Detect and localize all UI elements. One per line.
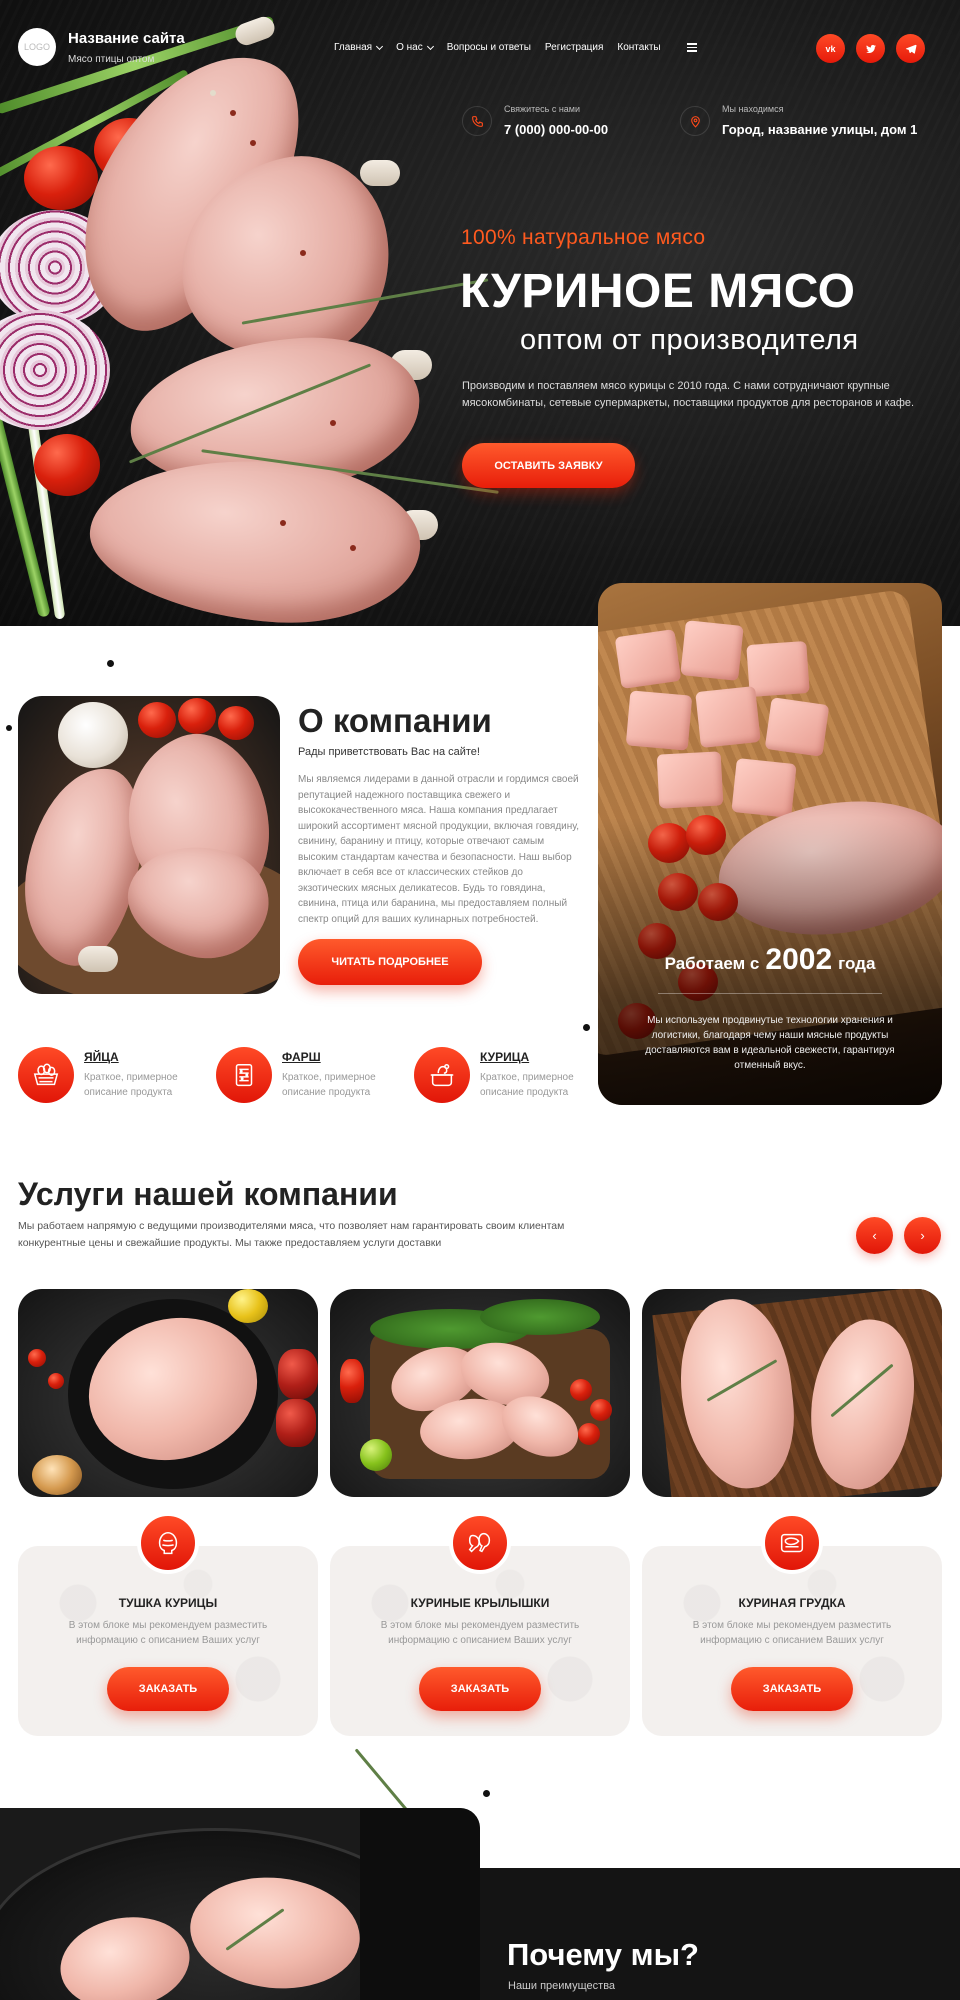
services-description: Мы работаем напрямую с ведущими производ… bbox=[18, 1220, 565, 1249]
hero-section: LOGO Название сайта Мясо птицы оптом Гла… bbox=[0, 0, 960, 626]
decor-dot bbox=[6, 725, 12, 731]
nav-item-about[interactable]: О нас bbox=[396, 42, 434, 53]
contact-phone: Свяжитесь с нами 7 (000) 000-00-00 bbox=[462, 104, 608, 137]
feature-description: Краткое, примерное описание продукта bbox=[282, 1072, 376, 1098]
hero-eyebrow: 100% натуральное мясо bbox=[461, 226, 706, 249]
contact-address-label: Мы находимся bbox=[722, 104, 784, 114]
carousel-prev-button[interactable]: ‹ bbox=[856, 1217, 893, 1254]
decor-dot bbox=[583, 1024, 590, 1031]
decor-herb bbox=[354, 1748, 409, 1812]
feature-mince: ФАРШ Краткое, примерное описание продукт… bbox=[216, 1047, 390, 1103]
divider bbox=[658, 993, 882, 994]
nav-item-contacts[interactable]: Контакты bbox=[617, 42, 660, 53]
service-card-wings: КУРИНЫЕ КРЫЛЫШКИ В этом блоке мы рекомен… bbox=[330, 1546, 630, 1736]
site-name[interactable]: Название сайта bbox=[68, 30, 185, 47]
mince-grinder-icon bbox=[216, 1047, 272, 1103]
site-tagline: Мясо птицы оптом bbox=[68, 54, 155, 65]
nav-item-label: Главная bbox=[334, 42, 373, 53]
feature-eggs: ЯЙЦА Краткое, примерное описание продукт… bbox=[18, 1047, 192, 1103]
since-description: Мы используем продвинутые технологии хра… bbox=[645, 1015, 895, 1071]
service-card-whole-chicken: ТУШКА КУРИЦЫ В этом блоке мы рекомендуем… bbox=[18, 1546, 318, 1736]
hero-description: Производим и поставляем мясо курицы с 20… bbox=[462, 380, 915, 409]
service-text: В этом блоке мы рекомендуем разместить и… bbox=[68, 1620, 268, 1646]
feature-title[interactable]: ФАРШ bbox=[282, 1050, 390, 1064]
whole-chicken-icon bbox=[137, 1512, 199, 1574]
social-links: vk bbox=[816, 34, 925, 63]
vk-icon[interactable]: vk bbox=[816, 34, 845, 63]
nav-item-faq[interactable]: Вопросы и ответы bbox=[447, 42, 531, 53]
nav-item-label: Вопросы и ответы bbox=[446, 42, 531, 53]
phone-icon bbox=[462, 106, 492, 136]
main-nav: Главная О нас Вопросы и ответы Регистрац… bbox=[334, 42, 697, 53]
why-subtitle: Наши преимущества bbox=[508, 1980, 616, 1992]
service-image-breast bbox=[642, 1289, 942, 1497]
about-subtitle: Рады приветствовать Вас на сайте! bbox=[298, 746, 480, 758]
chicken-wings-icon bbox=[449, 1512, 511, 1574]
nav-item-label: Регистрация bbox=[544, 42, 604, 53]
read-more-button[interactable]: ЧИТАТЬ ПОДРОБНЕЕ bbox=[298, 939, 482, 985]
decor-dot bbox=[107, 660, 114, 667]
about-text: Мы являемся лидерами в данной отрасли и … bbox=[298, 774, 580, 925]
nav-item-label: О нас bbox=[396, 42, 423, 53]
service-name: КУРИНЫЕ КРЫЛЫШКИ bbox=[410, 1596, 550, 1610]
chevron-down-icon bbox=[426, 42, 434, 50]
order-button[interactable]: ЗАКАЗАТЬ bbox=[731, 1667, 853, 1711]
nav-item-home[interactable]: Главная bbox=[334, 42, 384, 53]
contact-phone-number[interactable]: 7 (000) 000-00-00 bbox=[504, 122, 608, 137]
since-year-card: Работаем с 2002 года Мы используем продвин… bbox=[598, 583, 942, 1105]
since-suffix: года bbox=[838, 954, 876, 973]
why-title: Почему мы? bbox=[507, 1937, 699, 1972]
decor-dot bbox=[483, 1790, 490, 1797]
nav-item-registration[interactable]: Регистрация bbox=[545, 42, 603, 53]
chicken-breast-icon bbox=[761, 1512, 823, 1574]
nav-item-label: Контакты bbox=[617, 42, 661, 53]
site-logo[interactable]: LOGO bbox=[18, 28, 56, 66]
menu-icon[interactable] bbox=[686, 43, 697, 52]
feature-title[interactable]: КУРИЦА bbox=[480, 1050, 588, 1064]
about-image bbox=[18, 696, 280, 994]
since-year-line: Работаем с 2002 года bbox=[598, 943, 942, 977]
since-year: 2002 bbox=[765, 943, 833, 976]
hero-title: КУРИНОЕ МЯСО bbox=[460, 265, 856, 318]
telegram-icon[interactable] bbox=[896, 34, 925, 63]
feature-description: Краткое, примерное описание продукта bbox=[480, 1072, 574, 1098]
carousel-next-button[interactable]: › bbox=[904, 1217, 941, 1254]
leave-request-button[interactable]: ОСТАВИТЬ ЗАЯВКУ bbox=[462, 443, 635, 488]
service-name: ТУШКА КУРИЦЫ bbox=[118, 1596, 218, 1610]
location-icon bbox=[680, 106, 710, 136]
eggs-basket-icon bbox=[18, 1047, 74, 1103]
chevron-down-icon bbox=[376, 42, 384, 50]
feature-title[interactable]: ЯЙЦА bbox=[84, 1050, 192, 1064]
why-image bbox=[0, 1808, 480, 2000]
since-prefix: Работаем с bbox=[664, 954, 760, 973]
contact-address-value: Город, название улицы, дом 1 bbox=[722, 122, 918, 137]
service-image-wings bbox=[330, 1289, 630, 1497]
hero-subtitle: оптом от производителя bbox=[520, 324, 859, 356]
chicken-pot-icon bbox=[414, 1047, 470, 1103]
order-button[interactable]: ЗАКАЗАТЬ bbox=[419, 1667, 541, 1711]
contact-phone-label: Свяжитесь с нами bbox=[504, 104, 581, 114]
service-name: КУРИНАЯ ГРУДКА bbox=[738, 1596, 846, 1610]
about-title: О компании bbox=[298, 702, 492, 739]
service-text: В этом блоке мы рекомендуем разместить и… bbox=[380, 1620, 580, 1646]
feature-description: Краткое, примерное описание продукта bbox=[84, 1072, 178, 1098]
order-button[interactable]: ЗАКАЗАТЬ bbox=[107, 1667, 229, 1711]
service-card-breast: КУРИНАЯ ГРУДКА В этом блоке мы рекоменду… bbox=[642, 1546, 942, 1736]
feature-chicken: КУРИЦА Краткое, примерное описание проду… bbox=[414, 1047, 588, 1103]
service-text: В этом блоке мы рекомендуем разместить и… bbox=[692, 1620, 892, 1646]
services-title: Услуги нашей компании bbox=[18, 1176, 398, 1212]
service-image-whole-chicken bbox=[18, 1289, 318, 1497]
hero-food-image bbox=[0, 0, 520, 626]
twitter-icon[interactable] bbox=[856, 34, 885, 63]
contact-address: Мы находимся Город, название улицы, дом … bbox=[680, 104, 917, 137]
